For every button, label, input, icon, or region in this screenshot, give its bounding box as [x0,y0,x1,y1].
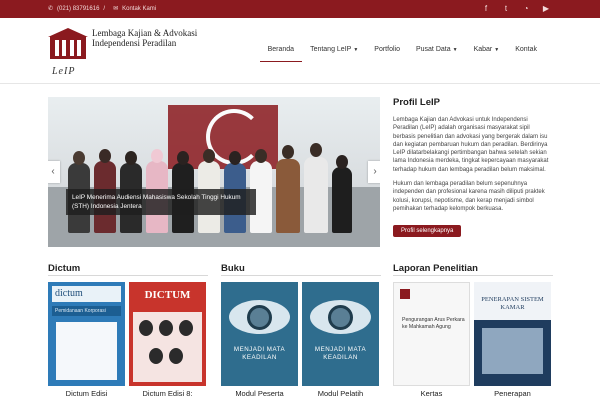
nav-item-beranda[interactable]: Beranda [259,44,303,62]
chevron-down-icon: ▼ [353,47,359,53]
nav-item-portfolio[interactable]: Portfolio [366,44,408,62]
cover-building-illustration [482,328,543,374]
cover-title: MENJADI MATA KEADILAN [233,346,286,361]
cover-title: DICTUM [129,282,206,312]
twitter-icon[interactable]: t [500,3,512,15]
nav-item-kabar[interactable]: Kabar ▼ [466,44,508,62]
eye-iris [247,305,272,330]
hero-slider: ‹ › LeIP Menerima Audiensi Mahasiswa Sek… [48,97,380,247]
nav-label: Beranda [267,46,295,53]
laporan-card-1-title[interactable]: Kertas [393,389,470,398]
contact-info: ✆ (021) 83791616 / ✉ Kontak Kami [48,5,156,13]
dictum-card-2-title[interactable]: Dictum Edisi 8: [129,389,206,398]
profile-panel: Profil LeIP Lembaga Kajian dan Advokasi … [393,97,553,238]
nav-item-pusat-data[interactable]: Pusat Data ▼ [408,44,466,62]
chevron-down-icon: ▼ [494,47,500,53]
buku-card-1[interactable]: MENJADI MATA KEADILAN [221,282,298,386]
phone-number: (021) 83791616 [57,5,100,12]
separator: / [103,5,106,12]
section-divider [221,275,381,276]
logo-building-icon [48,28,88,64]
laporan-card-1[interactable]: Pengurangan Arus Perkara ke Mahkamah Agu… [393,282,470,386]
top-bar: ✆ (021) 83791616 / ✉ Kontak Kami f t ◔ ▶ [0,0,600,18]
slider-next-button[interactable]: › [368,161,380,183]
logo-abbreviation: LeIP [52,66,76,77]
site-logo[interactable]: Lembaga Kajian & Advokasi Independensi P… [48,28,197,64]
dictum-card-1-title[interactable]: Dictum Edisi [48,389,125,398]
social-links: f t ◔ ▶ [480,3,552,15]
buku-card-2-title[interactable]: Modul Pelatih [302,389,379,398]
laporan-card-2[interactable]: PENERAPAN SISTEM KAMAR [474,282,551,386]
cover-title: dictum [52,286,121,302]
cover-title: PENERAPAN SISTEM KAMAR [481,296,544,311]
profile-paragraph-1: Lembaga Kajian dan Advokasi untuk Indepe… [393,117,549,173]
slide-caption[interactable]: LeIP Menerima Audiensi Mahasiswa Sekolah… [66,189,256,215]
dictum-card-2[interactable]: DICTUM [129,282,206,386]
nav-label: Tentang LeIP [310,46,352,53]
rss-icon[interactable]: ◔ [520,3,532,15]
logo-line-2: Independensi Peradilan [92,38,177,48]
nav-label: Portfolio [374,46,400,53]
section-divider [48,275,208,276]
section-title-buku: Buku [221,263,245,274]
eye-iris [328,305,353,330]
main-nav: Beranda Tentang LeIP ▼ Portfolio Pusat Da… [259,44,545,62]
buku-card-2[interactable]: MENJADI MATA KEADILAN [302,282,379,386]
cover-paper [56,322,117,380]
nav-item-kontak[interactable]: Kontak [507,44,545,62]
logo-line-1: Lembaga Kajian & Advokasi [92,28,198,38]
mail-icon: ✉ [113,6,119,12]
dictum-card-1[interactable]: dictum Pemidanaan Korporasi [48,282,125,386]
contact-link[interactable]: Kontak Kami [122,6,156,12]
nav-label: Kabar [473,46,493,53]
cover-logo [400,289,410,299]
slider-prev-button[interactable]: ‹ [48,161,60,183]
buku-card-1-title[interactable]: Modul Peserta [221,389,298,398]
section-title-dictum: Dictum [48,263,81,274]
cover-title: Pengurangan Arus Perkara ke Mahkamah Agu… [402,317,465,330]
laporan-card-2-title[interactable]: Penerapan [474,389,551,398]
cover-title: MENJADI MATA KEADILAN [314,346,367,361]
cover-subtitle: Pemidanaan Korporasi [52,306,121,316]
section-title-laporan: Laporan Penelitian [393,263,478,274]
youtube-icon[interactable]: ▶ [540,3,552,15]
phone-icon: ✆ [48,6,54,12]
facebook-icon[interactable]: f [480,3,492,15]
chevron-down-icon: ▼ [452,47,458,53]
cover-illustration [133,312,202,382]
nav-item-tentang[interactable]: Tentang LeIP ▼ [302,44,366,62]
section-divider [393,275,553,276]
profile-title: Profil LeIP [393,97,440,108]
profile-paragraph-2: Hukum dan lembaga peradilan belum sepenu… [393,181,545,212]
nav-label: Pusat Data [415,46,451,53]
profile-more-button[interactable]: Profil selengkapnya [393,225,462,238]
site-header: Lembaga Kajian & Advokasi Independensi P… [0,18,600,84]
logo-text: Lembaga Kajian & Advokasi Independensi P… [92,28,197,48]
nav-label: Kontak [515,46,537,53]
